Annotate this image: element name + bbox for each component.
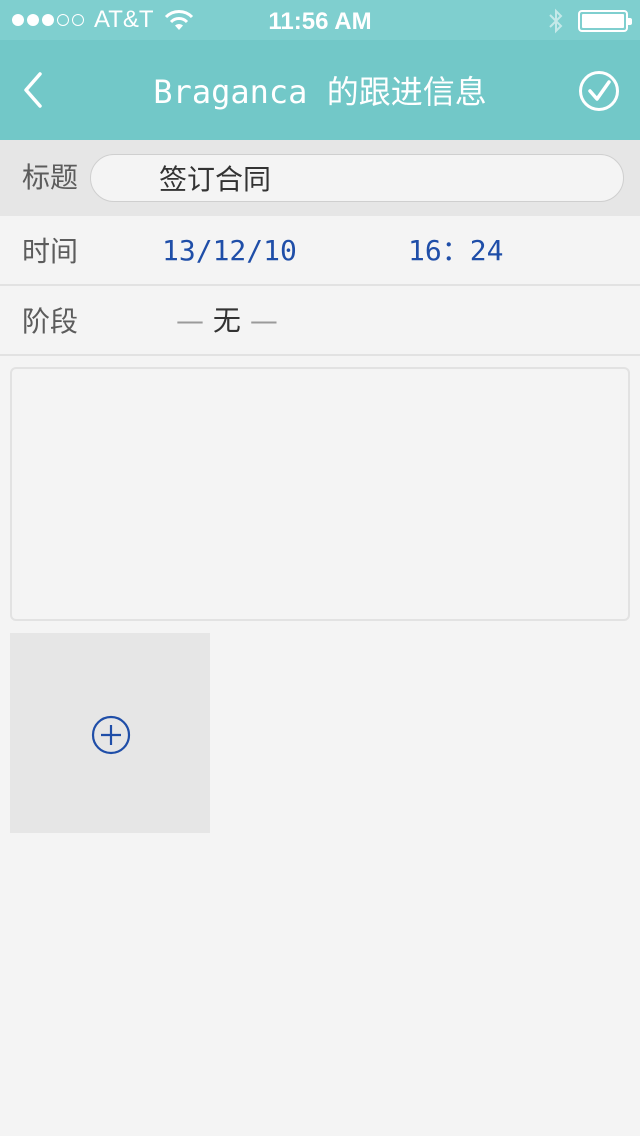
add-attachment-button[interactable] (10, 633, 210, 833)
status-time: 11:56 AM (268, 8, 372, 35)
battery-icon (578, 10, 632, 32)
notes-textarea[interactable] (10, 367, 630, 621)
status-bar: AT&T 11:56 AM (0, 0, 640, 40)
plus-circle-icon (91, 715, 131, 755)
bluetooth-icon (549, 8, 563, 34)
date-picker[interactable]: 13/12/10 (162, 234, 297, 268)
stage-value: 无 (212, 304, 241, 337)
stage-selector[interactable]: — 无 — (176, 304, 278, 338)
navigation-bar: Braganca 的跟进信息 (0, 40, 640, 140)
chevron-left-icon[interactable] (18, 70, 48, 110)
page-title: Braganca 的跟进信息 (153, 73, 487, 111)
status-right (548, 8, 632, 34)
stage-row: 阶段 — 无 — (0, 286, 640, 356)
dash-left: — (176, 304, 213, 337)
time-row: 时间 13/12/10 16：24 (0, 216, 640, 286)
stage-label: 阶段 (22, 305, 79, 338)
time-label: 时间 (22, 235, 79, 268)
title-label: 标题 (22, 161, 79, 194)
check-circle-icon[interactable] (578, 70, 620, 112)
time-picker[interactable]: 16：24 (408, 234, 503, 268)
dash-right: — (240, 304, 278, 337)
title-input[interactable] (90, 154, 624, 202)
title-row: 标题 (0, 140, 640, 216)
